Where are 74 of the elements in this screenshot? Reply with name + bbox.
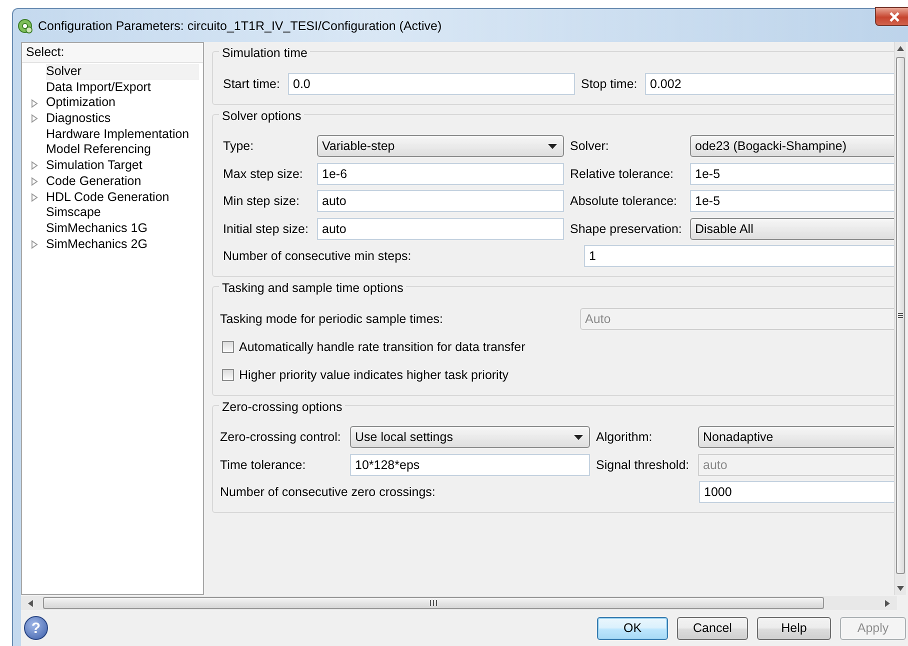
dropdown[interactable]: Disable All — [690, 218, 894, 240]
tree-item[interactable]: HDL Code Generation — [46, 190, 172, 206]
expand-icon[interactable] — [31, 192, 38, 202]
input-field[interactable]: 1e-5 — [690, 190, 894, 212]
vertical-scrollbar[interactable] — [894, 42, 906, 596]
tree-item[interactable]: Hardware Implementation — [46, 126, 192, 142]
group-title: Zero-crossing options — [219, 400, 346, 414]
tree-item[interactable]: Simscape — [46, 205, 104, 221]
tree-item[interactable]: Code Generation — [46, 174, 144, 190]
field-label: Solver: — [570, 139, 610, 154]
checkbox-label: Automatically handle rate transition for data transfer — [239, 340, 526, 354]
expand-icon[interactable] — [31, 98, 38, 108]
input-field[interactable]: 1000 — [699, 481, 894, 504]
field-label: Relative tolerance: — [570, 166, 675, 181]
dropdown[interactable]: Use local settings — [350, 426, 590, 448]
field-label: Stop time: — [581, 76, 638, 91]
checkbox[interactable] — [222, 340, 234, 352]
expand-icon[interactable] — [31, 161, 38, 170]
input-field[interactable]: auto — [317, 218, 564, 240]
checkbox-label: Higher priority value indicates higher task priority — [239, 368, 509, 382]
tree-item[interactable]: SimMechanics 1G — [46, 220, 150, 237]
grip-icon — [898, 313, 903, 318]
window-title: Configuration Parameters: circuito_1T1R_IV_TESI/Configuration (Active) — [38, 18, 442, 32]
field-label: Number of consecutive min steps: — [223, 249, 412, 264]
grip-icon — [430, 600, 437, 606]
expand-icon[interactable] — [31, 114, 38, 124]
field-label: Absolute tolerance: — [570, 194, 678, 208]
sidebar-header: Select: — [22, 43, 203, 63]
caret-icon — [548, 144, 557, 149]
field-label: Time tolerance: — [220, 458, 307, 472]
dropdown[interactable]: Nonadaptive — [698, 426, 894, 448]
dropdown[interactable]: ode23 (Bogacki-Shampine) — [690, 135, 894, 158]
up-arrow-icon[interactable] — [897, 46, 904, 51]
input-field[interactable]: auto — [317, 190, 564, 212]
horizontal-scrollbar[interactable] — [21, 596, 897, 610]
field-label: Initial step size: — [223, 222, 310, 236]
field-label: Max step size: — [223, 166, 304, 181]
tree-item[interactable]: Diagnostics — [46, 111, 114, 127]
right-arrow-icon[interactable] — [885, 600, 890, 607]
caret-icon — [574, 434, 583, 440]
input-field[interactable]: 10*128*eps — [350, 454, 590, 476]
checkbox[interactable] — [222, 368, 234, 380]
left-arrow-icon[interactable] — [28, 600, 33, 607]
dropdown[interactable]: Variable-step — [317, 135, 564, 158]
dialog-button[interactable]: Help — [757, 616, 831, 640]
field-label: Start time: — [223, 76, 281, 91]
input-field[interactable]: 1e-5 — [690, 162, 894, 185]
group-title: Solver options — [219, 108, 304, 124]
input-field[interactable]: 0.0 — [288, 72, 575, 95]
tree-item[interactable]: Simulation Target — [46, 158, 146, 174]
field-label: Tasking mode for periodic sample times: — [220, 312, 444, 326]
tree-item[interactable]: Data Import/Export — [46, 80, 154, 96]
field-label: Shape preservation: — [570, 222, 683, 236]
expand-icon[interactable] — [31, 177, 38, 186]
close-icon — [888, 12, 900, 22]
field-label: Min step size: — [223, 194, 300, 208]
dialog-button[interactable]: OK — [597, 616, 668, 640]
tree-item[interactable]: Solver — [46, 64, 199, 80]
field-label: Type: — [223, 139, 255, 154]
tree-item[interactable]: Optimization — [46, 95, 118, 112]
expand-icon[interactable] — [31, 240, 38, 249]
input-field[interactable]: 1e-6 — [317, 162, 564, 185]
group-title: Tasking and sample time options — [219, 281, 406, 296]
tree-item[interactable]: Model Referencing — [46, 142, 154, 158]
input-field[interactable]: 1 — [584, 245, 894, 268]
dialog-button[interactable]: Cancel — [677, 616, 748, 640]
field-label: Zero-crossing control: — [220, 430, 342, 444]
tree-item[interactable]: SimMechanics 2G — [46, 236, 150, 252]
field-label: Number of consecutive zero crossings: — [220, 485, 436, 500]
field-label: Signal threshold: — [596, 458, 690, 472]
down-arrow-icon[interactable] — [897, 586, 904, 592]
field-label: Algorithm: — [596, 430, 654, 444]
close-button[interactable] — [875, 7, 908, 26]
input-field[interactable]: 0.002 — [645, 72, 894, 95]
